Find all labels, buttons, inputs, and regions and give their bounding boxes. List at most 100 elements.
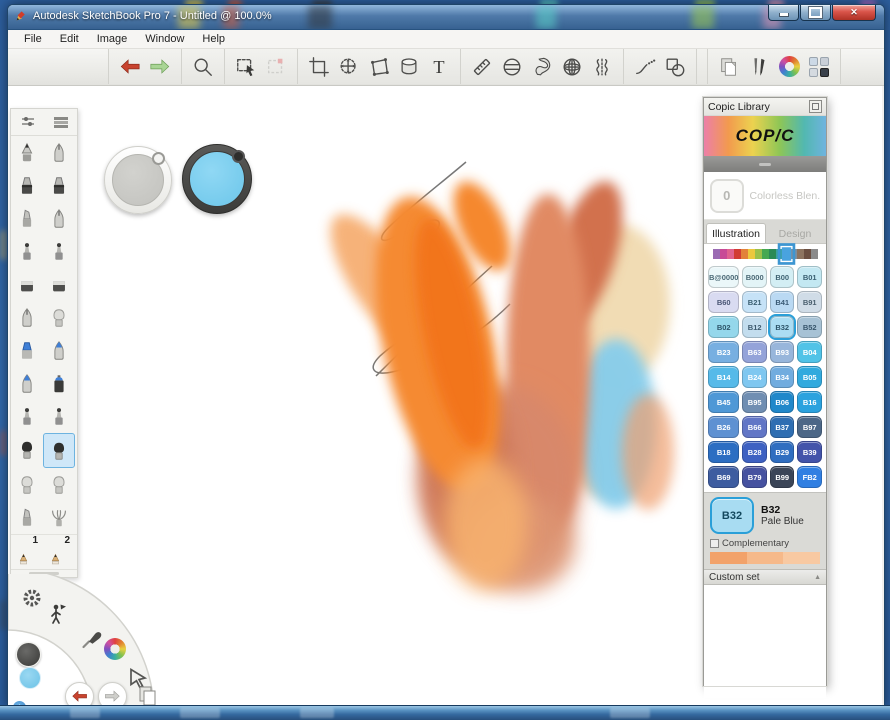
menu-window[interactable]: Window: [137, 32, 192, 46]
current-brush-disc[interactable]: [16, 642, 41, 667]
layer-editor-button[interactable]: [804, 53, 834, 81]
ellipse-guide-tool[interactable]: [497, 53, 527, 81]
brush-chisel-tip[interactable]: [11, 202, 43, 235]
copic-swatch-B16[interactable]: B16: [797, 391, 822, 413]
symmetry-tool[interactable]: [587, 53, 617, 81]
copic-swatch-B91[interactable]: B91: [797, 291, 822, 313]
minimize-button[interactable]: [768, 5, 799, 21]
copic-swatch-B01[interactable]: B01: [797, 266, 822, 288]
copic-swatch-B12[interactable]: B12: [742, 316, 767, 338]
copic-swatch-B29[interactable]: B29: [769, 441, 795, 463]
copic-swatch-B99[interactable]: B99: [769, 466, 795, 488]
complementary-row[interactable]: Complementary: [710, 538, 820, 549]
lagoon-settings-button[interactable]: [20, 586, 44, 610]
custom-slot-1[interactable]: 1: [11, 535, 43, 569]
brush-inking-pen[interactable]: [43, 202, 75, 235]
brush-airbrush[interactable]: [43, 136, 75, 169]
brush-marker[interactable]: [11, 169, 43, 202]
colorless-blender-row[interactable]: 0 Colorless Blen...: [704, 172, 826, 220]
copic-swatch-B05[interactable]: B05: [797, 366, 822, 388]
menu-image[interactable]: Image: [89, 32, 136, 46]
close-button[interactable]: ✕: [832, 5, 876, 21]
color-puck[interactable]: [182, 144, 252, 214]
maximize-button[interactable]: [800, 5, 831, 21]
perspective-tool[interactable]: [557, 53, 587, 81]
taskbar-app[interactable]: [300, 708, 334, 718]
redo-button[interactable]: [145, 53, 175, 81]
brush-smudge-2[interactable]: [43, 400, 75, 433]
spectrum-swatch[interactable]: [719, 248, 727, 259]
copic-swatch-B18[interactable]: B18: [708, 441, 740, 463]
copic-swatch-B60[interactable]: B60: [708, 291, 740, 313]
copic-swatch-B52[interactable]: B52: [797, 316, 822, 338]
copic-swatch-B69[interactable]: B69: [708, 466, 740, 488]
copic-swatch-B66[interactable]: B66: [742, 416, 767, 438]
shapes-tool[interactable]: [660, 53, 690, 81]
copic-swatch-B23[interactable]: B23: [708, 341, 740, 363]
brush-small-round[interactable]: [43, 301, 75, 334]
copic-swatch-B79[interactable]: B79: [742, 466, 767, 488]
lagoon-tools-button[interactable]: [46, 602, 70, 626]
crop-tool[interactable]: [304, 53, 334, 81]
spectrum-swatch[interactable]: [768, 248, 776, 259]
fill-tool[interactable]: [394, 53, 424, 81]
tab-design[interactable]: Design: [766, 224, 824, 243]
brush-angle-brush[interactable]: [11, 501, 43, 534]
text-tool[interactable]: T: [424, 53, 454, 81]
deselect-tool[interactable]: [261, 53, 291, 81]
copic-swatch-FB2[interactable]: FB2: [797, 466, 822, 488]
select-tool[interactable]: [231, 53, 261, 81]
copic-swatch-B28[interactable]: B28: [742, 441, 767, 463]
brush-stamp[interactable]: [43, 235, 75, 268]
selected-color-swatch[interactable]: B32: [710, 497, 754, 534]
menu-help[interactable]: Help: [194, 32, 233, 46]
copic-swatch-B14[interactable]: B14: [708, 366, 740, 388]
copic-panel-dock-button[interactable]: [809, 100, 822, 113]
copic-swatch-B02[interactable]: B02: [708, 316, 740, 338]
spectrum-swatch[interactable]: [726, 248, 734, 259]
copic-swatch-B93[interactable]: B93: [769, 341, 795, 363]
brush-felt-pen[interactable]: [11, 301, 43, 334]
windows-taskbar[interactable]: [0, 705, 890, 720]
undo-button[interactable]: [115, 53, 145, 81]
brush-pencil[interactable]: [11, 136, 43, 169]
copic-swatch-B32-selected[interactable]: B32: [767, 314, 797, 340]
copic-swatch-B04[interactable]: B04: [797, 341, 822, 363]
spectrum-swatch[interactable]: [803, 248, 811, 259]
lagoon-brush-button[interactable]: [80, 626, 104, 650]
color-wheel-button[interactable]: [774, 53, 804, 81]
copic-swatch-B97[interactable]: B97: [797, 416, 822, 438]
title-bar[interactable]: Autodesk SketchBook Pro 7 - Untitled @ 1…: [8, 5, 884, 30]
copic-swatch-B26[interactable]: B26: [708, 416, 740, 438]
copic-swatch-B45[interactable]: B45: [708, 391, 740, 413]
french-curve-tool[interactable]: [527, 53, 557, 81]
brush-properties-button[interactable]: [11, 109, 44, 135]
spectrum-swatch[interactable]: [754, 248, 762, 259]
taskbar-app[interactable]: [70, 708, 100, 718]
menu-edit[interactable]: Edit: [52, 32, 87, 46]
blender-swatch[interactable]: 0: [710, 178, 744, 213]
brush-blue-pen[interactable]: [43, 334, 75, 367]
brush-soft-brush-wide[interactable]: [43, 468, 75, 501]
copic-swatch-B34[interactable]: B34: [769, 366, 795, 388]
copic-swatch-B000[interactable]: B000: [742, 266, 767, 288]
lagoon-color-button[interactable]: [104, 638, 128, 662]
spectrum-swatch[interactable]: [740, 248, 748, 259]
brush-paintbrush-selected[interactable]: [43, 433, 75, 468]
brush-library-button[interactable]: [744, 53, 774, 81]
brush-soft-brush[interactable]: [11, 468, 43, 501]
complementary-color[interactable]: [710, 552, 747, 564]
copic-swatch-B37[interactable]: B37: [769, 416, 795, 438]
brush-eraser-hard[interactable]: [11, 268, 43, 301]
brush-list-button[interactable]: [44, 109, 77, 135]
spectrum-swatch[interactable]: [733, 248, 741, 259]
copic-collapse-strip[interactable]: [704, 156, 826, 172]
ruler-tool[interactable]: [467, 53, 497, 81]
copic-swatch-B0000[interactable]: B@0000: [708, 266, 740, 288]
copic-swatch-B06[interactable]: B06: [769, 391, 795, 413]
custom-set-header[interactable]: Custom set ▲: [704, 569, 826, 585]
copic-swatch-B63[interactable]: B63: [742, 341, 767, 363]
brush-paintbrush-dark[interactable]: [11, 433, 43, 466]
tab-illustration[interactable]: Illustration: [706, 223, 766, 243]
spectrum-swatch[interactable]: [810, 248, 818, 259]
